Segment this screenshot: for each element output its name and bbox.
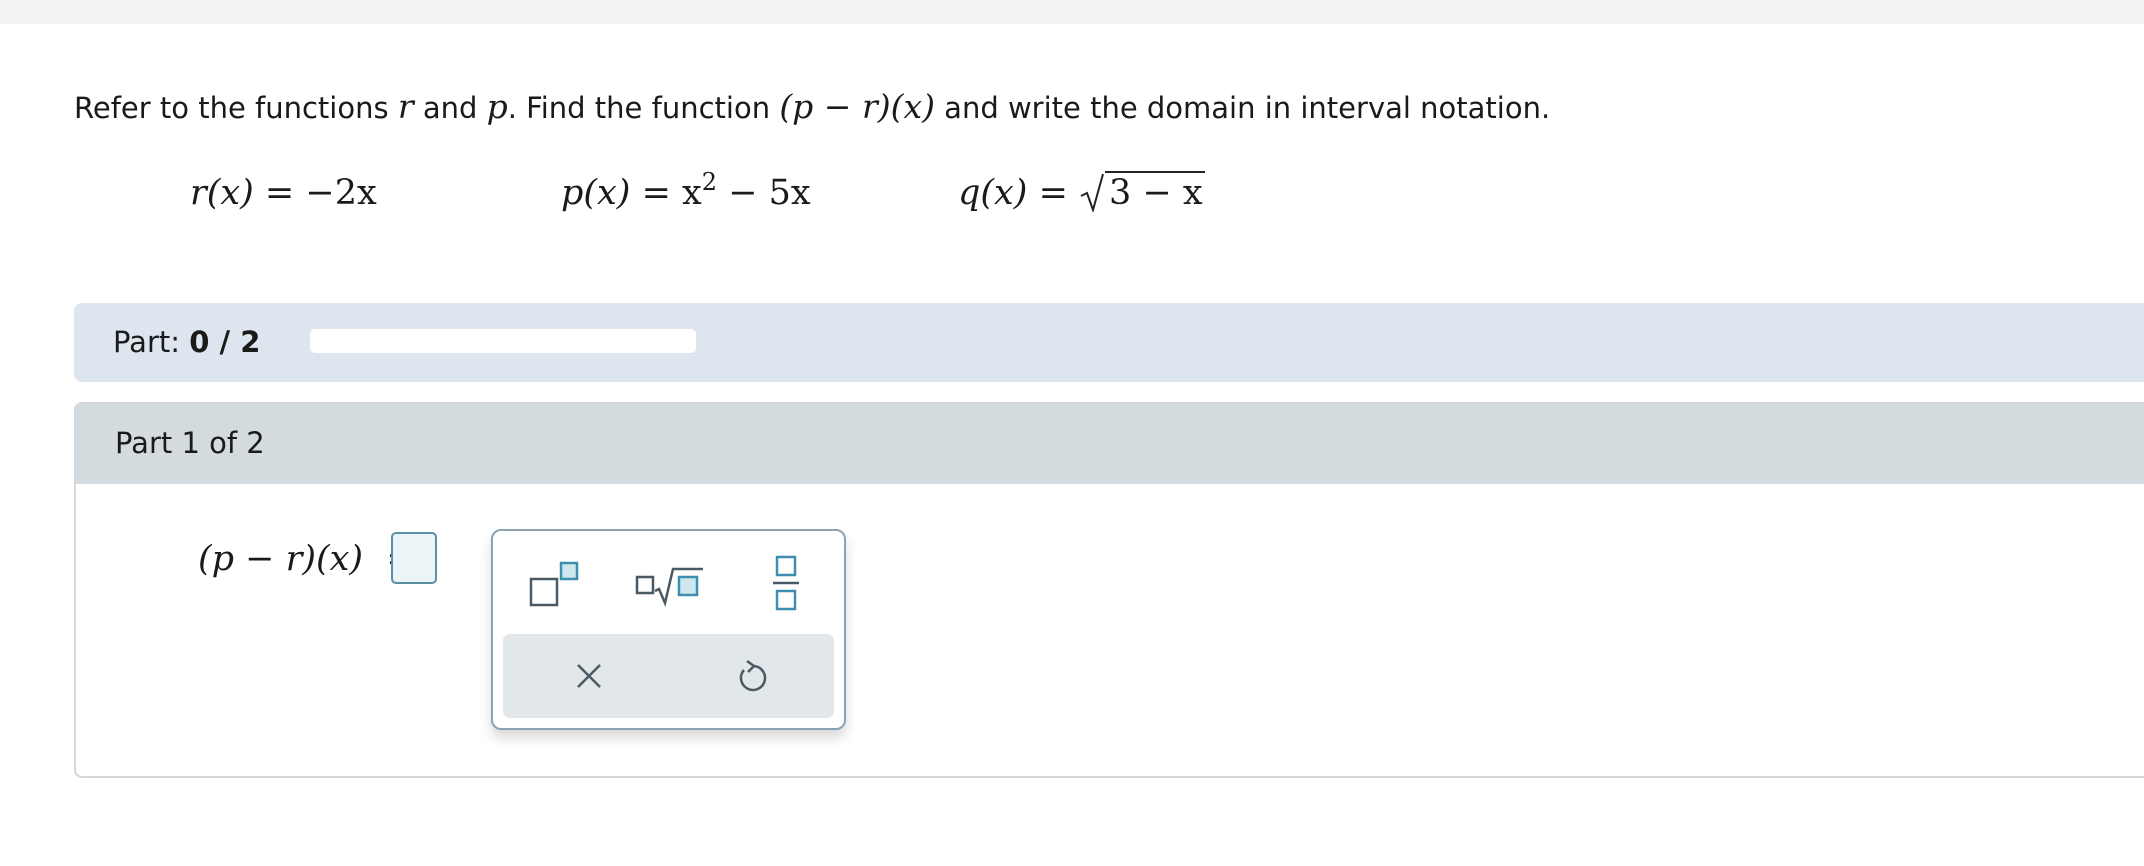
function-rhs: = −2x bbox=[253, 173, 377, 213]
fraction-icon bbox=[773, 555, 799, 611]
function-name: r bbox=[190, 173, 207, 213]
function-rhs: = x bbox=[630, 173, 702, 213]
part-progress-label: Part: 0 / 2 bbox=[113, 325, 261, 359]
part-card: Part 1 of 2 bbox=[74, 402, 2144, 778]
superscript-icon bbox=[529, 561, 579, 607]
function-rhs: = bbox=[1027, 173, 1080, 213]
part-header: Part 1 of 2 bbox=[76, 404, 2144, 484]
prompt-text: and write the domain in interval notatio… bbox=[944, 91, 1551, 125]
question-prompt: Refer to the functions r and p. Find the… bbox=[74, 82, 1550, 133]
function-name: p bbox=[561, 173, 584, 213]
prompt-var-p: p bbox=[486, 87, 508, 126]
prompt-target-function: (p − r)(x) bbox=[779, 87, 935, 126]
clear-icon bbox=[577, 664, 601, 688]
function-name: q bbox=[958, 173, 981, 213]
math-palette bbox=[491, 529, 846, 730]
prompt-text: Refer to the functions bbox=[74, 91, 389, 125]
top-bar bbox=[0, 0, 2144, 24]
function-p: p(x) = x2 − 5x bbox=[561, 168, 811, 221]
undo-button[interactable] bbox=[723, 652, 783, 702]
progress-track bbox=[310, 329, 696, 353]
function-arg: (x) bbox=[583, 173, 631, 213]
fraction-button[interactable] bbox=[747, 551, 827, 621]
function-q: q(x) = 3 − x bbox=[958, 168, 1205, 218]
superscript-button[interactable] bbox=[523, 551, 603, 621]
part-progress-value: 0 / 2 bbox=[189, 325, 261, 359]
function-arg: (x) bbox=[206, 173, 254, 213]
function-radicand: 3 − x bbox=[1105, 171, 1205, 213]
clear-button[interactable] bbox=[559, 652, 619, 702]
palette-actions bbox=[503, 634, 834, 718]
nth-root-icon bbox=[635, 567, 703, 607]
answer-input[interactable] bbox=[391, 532, 437, 584]
undo-icon bbox=[739, 659, 767, 692]
function-exponent: 2 bbox=[701, 168, 718, 196]
part-progress-bar: Part: 0 / 2 bbox=[74, 303, 2144, 382]
part-header-title: Part 1 of 2 bbox=[115, 426, 265, 460]
function-arg: (x) bbox=[980, 173, 1028, 213]
answer-equation-label: (p − r)(x) = bbox=[198, 535, 416, 583]
nth-root-button[interactable] bbox=[633, 551, 713, 621]
prompt-text: and bbox=[422, 91, 478, 125]
function-rhs: − 5x bbox=[717, 173, 811, 213]
sqrt-sign-icon bbox=[1079, 168, 1105, 218]
function-r: r(x) = −2x bbox=[190, 168, 377, 218]
prompt-text: . Find the function bbox=[507, 91, 771, 125]
prompt-var-r: r bbox=[397, 87, 414, 126]
